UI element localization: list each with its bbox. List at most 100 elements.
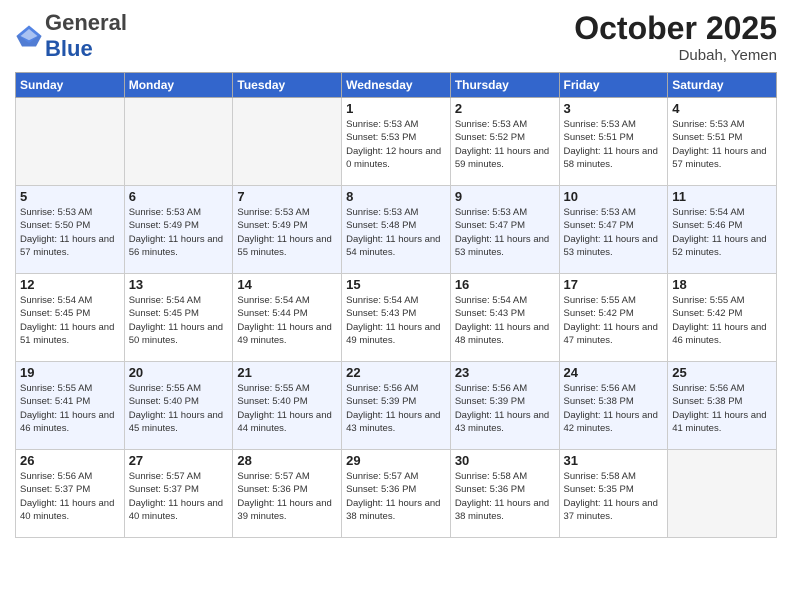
day-info: Sunrise: 5:55 AM Sunset: 5:42 PM Dayligh… — [564, 294, 664, 347]
day-info: Sunrise: 5:56 AM Sunset: 5:39 PM Dayligh… — [455, 382, 555, 435]
header: General Blue October 2025 Dubah, Yemen — [15, 10, 777, 64]
calendar-cell: 31 Sunrise: 5:58 AM Sunset: 5:35 PM Dayli… — [559, 450, 668, 538]
day-info: Sunrise: 5:56 AM Sunset: 5:37 PM Dayligh… — [20, 470, 120, 523]
calendar-week-row: 1 Sunrise: 5:53 AM Sunset: 5:53 PM Daylig… — [16, 98, 777, 186]
calendar-cell: 11 Sunrise: 5:54 AM Sunset: 5:46 PM Dayli… — [668, 186, 777, 274]
month-title: October 2025 — [574, 10, 777, 47]
day-info: Sunrise: 5:54 AM Sunset: 5:44 PM Dayligh… — [237, 294, 337, 347]
day-number: 12 — [20, 277, 120, 292]
calendar-cell: 5 Sunrise: 5:53 AM Sunset: 5:50 PM Daylig… — [16, 186, 125, 274]
day-info: Sunrise: 5:57 AM Sunset: 5:36 PM Dayligh… — [346, 470, 446, 523]
calendar-cell — [16, 98, 125, 186]
calendar-cell: 7 Sunrise: 5:53 AM Sunset: 5:49 PM Daylig… — [233, 186, 342, 274]
day-number: 22 — [346, 365, 446, 380]
day-number: 3 — [564, 101, 664, 116]
calendar-cell: 13Sunrise: 5:54 AM Sunset: 5:45 PM Dayli… — [124, 274, 233, 362]
day-info: Sunrise: 5:57 AM Sunset: 5:36 PM Dayligh… — [237, 470, 337, 523]
logo: General Blue — [15, 10, 127, 62]
calendar-cell: 24 Sunrise: 5:56 AM Sunset: 5:38 PM Dayli… — [559, 362, 668, 450]
day-number: 23 — [455, 365, 555, 380]
day-number: 25 — [672, 365, 772, 380]
day-info: Sunrise: 5:53 AM Sunset: 5:47 PM Dayligh… — [455, 206, 555, 259]
day-number: 16 — [455, 277, 555, 292]
calendar-cell: 28 Sunrise: 5:57 AM Sunset: 5:36 PM Dayli… — [233, 450, 342, 538]
day-info: Sunrise: 5:53 AM Sunset: 5:50 PM Dayligh… — [20, 206, 120, 259]
day-number: 10 — [564, 189, 664, 204]
calendar-cell: 14 Sunrise: 5:54 AM Sunset: 5:44 PM Dayli… — [233, 274, 342, 362]
calendar-cell: 17 Sunrise: 5:55 AM Sunset: 5:42 PM Dayli… — [559, 274, 668, 362]
calendar-cell — [668, 450, 777, 538]
day-number: 1 — [346, 101, 446, 116]
day-number: 15 — [346, 277, 446, 292]
day-info: Sunrise: 5:55 AM Sunset: 5:40 PM Dayligh… — [237, 382, 337, 435]
calendar-cell: 18Sunrise: 5:55 AM Sunset: 5:42 PM Dayli… — [668, 274, 777, 362]
calendar-cell: 10Sunrise: 5:53 AM Sunset: 5:47 PM Dayli… — [559, 186, 668, 274]
page-container: General Blue October 2025 Dubah, Yemen S… — [0, 0, 792, 548]
calendar-cell: 4 Sunrise: 5:53 AM Sunset: 5:51 PM Daylig… — [668, 98, 777, 186]
calendar-cell: 16 Sunrise: 5:54 AM Sunset: 5:43 PM Dayli… — [450, 274, 559, 362]
calendar-cell: 2Sunrise: 5:53 AM Sunset: 5:52 PM Daylig… — [450, 98, 559, 186]
day-info: Sunrise: 5:57 AM Sunset: 5:37 PM Dayligh… — [129, 470, 229, 523]
day-info: Sunrise: 5:55 AM Sunset: 5:41 PM Dayligh… — [20, 382, 120, 435]
calendar-cell: 21Sunrise: 5:55 AM Sunset: 5:40 PM Dayli… — [233, 362, 342, 450]
day-info: Sunrise: 5:56 AM Sunset: 5:38 PM Dayligh… — [564, 382, 664, 435]
day-number: 19 — [20, 365, 120, 380]
calendar-cell: 15 Sunrise: 5:54 AM Sunset: 5:43 PM Dayli… — [342, 274, 451, 362]
day-number: 9 — [455, 189, 555, 204]
day-number: 2 — [455, 101, 555, 116]
day-info: Sunrise: 5:54 AM Sunset: 5:43 PM Dayligh… — [346, 294, 446, 347]
day-info: Sunrise: 5:53 AM Sunset: 5:49 PM Dayligh… — [237, 206, 337, 259]
calendar-cell: 1 Sunrise: 5:53 AM Sunset: 5:53 PM Daylig… — [342, 98, 451, 186]
weekday-header-saturday: Saturday — [668, 73, 777, 98]
day-number: 6 — [129, 189, 229, 204]
calendar-cell — [233, 98, 342, 186]
day-info: Sunrise: 5:53 AM Sunset: 5:48 PM Dayligh… — [346, 206, 446, 259]
day-number: 29 — [346, 453, 446, 468]
calendar-cell — [124, 98, 233, 186]
day-number: 24 — [564, 365, 664, 380]
day-number: 7 — [237, 189, 337, 204]
day-number: 14 — [237, 277, 337, 292]
day-number: 26 — [20, 453, 120, 468]
location: Dubah, Yemen — [574, 47, 777, 64]
calendar-cell: 19 Sunrise: 5:55 AM Sunset: 5:41 PM Dayli… — [16, 362, 125, 450]
day-info: Sunrise: 5:54 AM Sunset: 5:45 PM Dayligh… — [129, 294, 229, 347]
day-info: Sunrise: 5:53 AM Sunset: 5:51 PM Dayligh… — [672, 118, 772, 171]
day-info: Sunrise: 5:56 AM Sunset: 5:39 PM Dayligh… — [346, 382, 446, 435]
day-info: Sunrise: 5:53 AM Sunset: 5:53 PM Dayligh… — [346, 118, 446, 171]
day-number: 27 — [129, 453, 229, 468]
day-number: 8 — [346, 189, 446, 204]
day-number: 17 — [564, 277, 664, 292]
day-info: Sunrise: 5:54 AM Sunset: 5:43 PM Dayligh… — [455, 294, 555, 347]
day-number: 4 — [672, 101, 772, 116]
calendar-cell: 26 Sunrise: 5:56 AM Sunset: 5:37 PM Dayli… — [16, 450, 125, 538]
calendar-cell: 20Sunrise: 5:55 AM Sunset: 5:40 PM Dayli… — [124, 362, 233, 450]
day-info: Sunrise: 5:53 AM Sunset: 5:51 PM Dayligh… — [564, 118, 664, 171]
day-number: 28 — [237, 453, 337, 468]
day-number: 31 — [564, 453, 664, 468]
weekday-header-thursday: Thursday — [450, 73, 559, 98]
day-number: 30 — [455, 453, 555, 468]
weekday-header-friday: Friday — [559, 73, 668, 98]
day-info: Sunrise: 5:54 AM Sunset: 5:46 PM Dayligh… — [672, 206, 772, 259]
calendar-cell: 9 Sunrise: 5:53 AM Sunset: 5:47 PM Daylig… — [450, 186, 559, 274]
day-number: 11 — [672, 189, 772, 204]
calendar-table: SundayMondayTuesdayWednesdayThursdayFrid… — [15, 72, 777, 538]
day-info: Sunrise: 5:53 AM Sunset: 5:49 PM Dayligh… — [129, 206, 229, 259]
logo-blue-text: Blue — [45, 36, 93, 61]
logo-icon — [15, 22, 43, 50]
day-info: Sunrise: 5:58 AM Sunset: 5:36 PM Dayligh… — [455, 470, 555, 523]
calendar-week-row: 12 Sunrise: 5:54 AM Sunset: 5:45 PM Dayli… — [16, 274, 777, 362]
day-info: Sunrise: 5:58 AM Sunset: 5:35 PM Dayligh… — [564, 470, 664, 523]
logo-general-text: General — [45, 10, 127, 35]
day-number: 5 — [20, 189, 120, 204]
calendar-cell: 22 Sunrise: 5:56 AM Sunset: 5:39 PM Dayli… — [342, 362, 451, 450]
title-block: October 2025 Dubah, Yemen — [574, 10, 777, 64]
weekday-header-sunday: Sunday — [16, 73, 125, 98]
weekday-header-row: SundayMondayTuesdayWednesdayThursdayFrid… — [16, 73, 777, 98]
weekday-header-monday: Monday — [124, 73, 233, 98]
day-info: Sunrise: 5:55 AM Sunset: 5:40 PM Dayligh… — [129, 382, 229, 435]
calendar-week-row: 19 Sunrise: 5:55 AM Sunset: 5:41 PM Dayli… — [16, 362, 777, 450]
calendar-cell: 25Sunrise: 5:56 AM Sunset: 5:38 PM Dayli… — [668, 362, 777, 450]
calendar-cell: 29 Sunrise: 5:57 AM Sunset: 5:36 PM Dayli… — [342, 450, 451, 538]
